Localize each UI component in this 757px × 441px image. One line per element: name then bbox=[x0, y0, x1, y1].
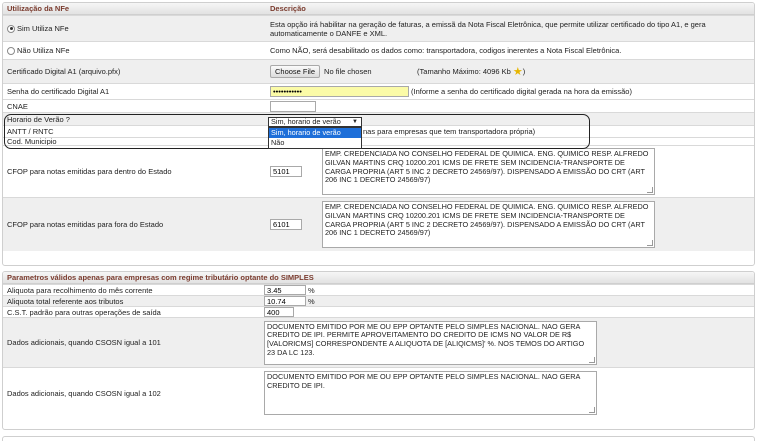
sim-nfe-desc: Esta opção irá habilitar na geração de f… bbox=[270, 19, 706, 38]
cst-input[interactable] bbox=[264, 307, 294, 317]
simples-panel-header: Parametros válidos apenas para empresas … bbox=[3, 272, 754, 284]
horario-select[interactable]: Sim, horario de verão ▼ bbox=[268, 117, 362, 127]
row-nao-nfe: Não Utiliza NFe Como NÃO, será desabilit… bbox=[3, 41, 754, 59]
csosn102-label: Dados adicionais, quando CSOSN igual a 1… bbox=[7, 388, 161, 398]
row-antt: ANTT / RNTC nas para empresas que tem tr… bbox=[3, 125, 754, 137]
senha-hint: (Informe a senha do certificado digital … bbox=[411, 87, 632, 96]
aliquota-total-label: Aliquota total referente aos tributos bbox=[7, 296, 124, 306]
row-csosn101: Dados adicionais, quando CSOSN igual a 1… bbox=[3, 317, 754, 367]
cnae-input[interactable] bbox=[270, 100, 316, 112]
horario-option-nao[interactable]: Não bbox=[269, 138, 361, 148]
file-status: No file chosen bbox=[324, 67, 372, 76]
horario-option-sim[interactable]: Sim, horario de verão bbox=[269, 128, 361, 138]
aliquota-mes-input[interactable] bbox=[264, 285, 306, 295]
simples-header-title: Parametros válidos apenas para empresas … bbox=[7, 273, 314, 282]
bottom-panel-edge bbox=[2, 436, 755, 441]
aliquota-mes-label: Aliquota para recolhimento do mês corren… bbox=[7, 285, 153, 295]
csosn102-textarea[interactable]: DOCUMENTO EMITIDO POR ME OU EPP OPTANTE … bbox=[264, 371, 597, 415]
horario-dropdown: Sim, horario de verão Não bbox=[268, 127, 362, 149]
aliquota-total-unit: % bbox=[308, 296, 315, 306]
row-cst: C.S.T. padrão para outras operações de s… bbox=[3, 306, 754, 317]
choose-file-button[interactable]: Choose File bbox=[270, 65, 321, 78]
csosn101-label: Dados adicionais, quando CSOSN igual a 1… bbox=[7, 338, 161, 347]
cfop-dentro-input[interactable] bbox=[270, 166, 302, 177]
row-municipio: Cod. Municipio 2307650 bbox=[3, 137, 754, 145]
senha-label: Senha do certificado Digital A1 bbox=[7, 87, 110, 96]
row-senha: Senha do certificado Digital A1 (Informe… bbox=[3, 83, 754, 99]
csosn101-textarea[interactable]: DOCUMENTO EMITIDO POR ME OU EPP OPTANTE … bbox=[264, 320, 597, 365]
cnae-label: CNAE bbox=[7, 101, 28, 111]
row-horario: Horario de Verão ? bbox=[3, 112, 754, 125]
star-icon: ★ bbox=[512, 66, 523, 78]
header-descricao: Descrição bbox=[270, 4, 306, 13]
nao-nfe-desc: Como NÃO, será desabilitado os dados com… bbox=[270, 46, 622, 55]
simples-panel: Parametros válidos apenas para empresas … bbox=[2, 271, 755, 430]
row-cnae: CNAE bbox=[3, 99, 754, 112]
nfe-panel: Utilização da NFe Descrição Sim Utiliza … bbox=[2, 2, 755, 266]
header-utilizacao: Utilização da NFe bbox=[7, 4, 70, 13]
antt-label: ANTT / RNTC bbox=[7, 127, 54, 136]
certificado-label: Certificado Digital A1 (arquivo.pfx) bbox=[7, 67, 121, 76]
row-sim-nfe: Sim Utiliza NFe Esta opção irá habilitar… bbox=[3, 15, 754, 41]
aliquota-total-input[interactable] bbox=[264, 296, 306, 306]
cfop-dentro-textarea[interactable]: EMP. CREDENCIADA NO CONSELHO FEDERAL DE … bbox=[322, 148, 655, 195]
cfop-fora-label: CFOP para notas emitidas para fora do Es… bbox=[7, 220, 164, 229]
cfop-fora-textarea[interactable]: EMP. CREDENCIADA NO CONSELHO FEDERAL DE … bbox=[322, 201, 655, 248]
row-csosn102: Dados adicionais, quando CSOSN igual a 1… bbox=[3, 367, 754, 418]
horario-label: Horario de Verão ? bbox=[7, 114, 70, 124]
row-cfop-dentro: CFOP para notas emitidas para dentro do … bbox=[3, 145, 754, 197]
cfop-fora-input[interactable] bbox=[270, 219, 302, 230]
chevron-down-icon: ▼ bbox=[352, 119, 358, 125]
aliquota-mes-unit: % bbox=[308, 285, 315, 295]
row-aliquota-mes: Aliquota para recolhimento do mês corren… bbox=[3, 284, 754, 295]
tamanho-hint: (Tamanho Máximo: 4096 Kb bbox=[417, 67, 511, 76]
senha-input[interactable] bbox=[270, 86, 409, 97]
radio-nao-nfe[interactable] bbox=[7, 46, 15, 55]
row-certificado: Certificado Digital A1 (arquivo.pfx) Cho… bbox=[3, 59, 754, 83]
radio-sim-nfe[interactable] bbox=[7, 24, 15, 33]
municipio-label: Cod. Municipio bbox=[7, 137, 57, 145]
cst-label: C.S.T. padrão para outras operações de s… bbox=[7, 307, 161, 317]
horario-selected: Sim, horario de verão bbox=[271, 117, 341, 126]
nfe-panel-header: Utilização da NFe Descrição bbox=[3, 3, 754, 15]
cfop-dentro-label: CFOP para notas emitidas para dentro do … bbox=[7, 167, 172, 176]
nao-nfe-label: Não Utiliza NFe bbox=[17, 46, 70, 55]
sim-nfe-label: Sim Utiliza NFe bbox=[17, 24, 69, 33]
row-aliquota-total: Aliquota total referente aos tributos % bbox=[3, 295, 754, 306]
row-cfop-fora: CFOP para notas emitidas para fora do Es… bbox=[3, 197, 754, 251]
